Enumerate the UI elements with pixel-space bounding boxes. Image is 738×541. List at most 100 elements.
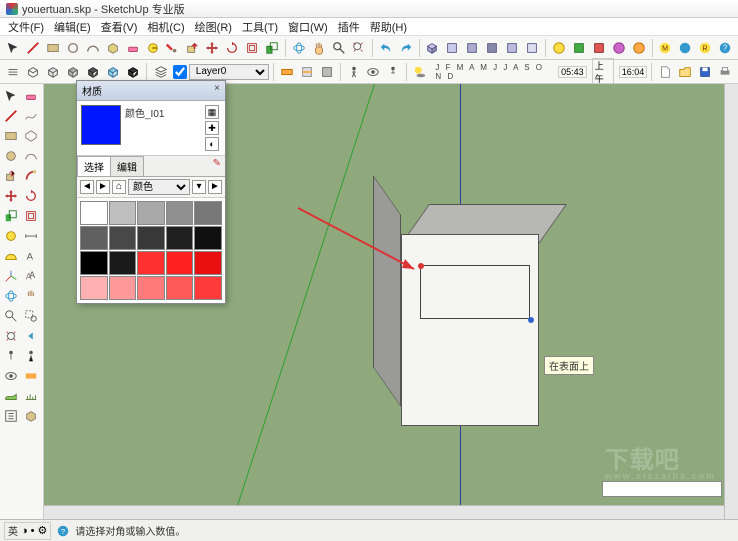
swatch-0[interactable] [80, 201, 108, 225]
swatch-2[interactable] [137, 201, 165, 225]
position-camera2-icon[interactable] [2, 347, 20, 365]
swatch-4[interactable] [194, 201, 222, 225]
circle-icon[interactable] [2, 147, 20, 165]
face-style1-icon[interactable] [24, 62, 42, 82]
tape-icon[interactable] [2, 227, 20, 245]
materials-panel[interactable]: 材质 × 颜色_I01 ▦ ✚ ◐ 选择 编辑 ✎ ◄ ► ⌂ 颜色 ▾ ► [76, 80, 226, 304]
polygon-icon[interactable] [22, 127, 40, 145]
close-icon[interactable]: × [214, 83, 220, 98]
menu-help[interactable]: 帮助(H) [370, 19, 407, 35]
menu-plugins[interactable]: 插件 [338, 19, 360, 35]
swatch-11[interactable] [109, 251, 137, 275]
swatch-18[interactable] [166, 276, 194, 300]
left-view-icon[interactable] [523, 38, 541, 58]
pushpull-tool-icon[interactable] [183, 38, 201, 58]
front-view-icon[interactable] [463, 38, 481, 58]
move-tool-icon[interactable] [203, 38, 221, 58]
plugin-globe-icon[interactable] [676, 38, 694, 58]
default-material-icon[interactable]: ▦ [205, 105, 219, 119]
nav-back-icon[interactable]: ◄ [80, 180, 94, 194]
orbit-icon[interactable] [2, 287, 20, 305]
undo-icon[interactable] [377, 38, 395, 58]
back-view-icon[interactable] [503, 38, 521, 58]
swatch-3[interactable] [166, 201, 194, 225]
swatch-19[interactable] [194, 276, 222, 300]
swatch-1[interactable] [109, 201, 137, 225]
menu-view[interactable]: 查看(V) [101, 19, 138, 35]
zoom-tool-icon[interactable] [330, 38, 348, 58]
date-value[interactable]: 05:43 [558, 66, 587, 78]
rectangle-icon[interactable] [2, 127, 20, 145]
plugin5-icon[interactable] [630, 38, 648, 58]
sandbox1-icon[interactable] [2, 387, 20, 405]
menu-window[interactable]: 窗口(W) [288, 19, 328, 35]
material-category-select[interactable]: 颜色 [128, 179, 190, 195]
ime-gear-icon[interactable]: ⚙ [38, 524, 48, 537]
nav-fwd-icon[interactable]: ► [96, 180, 110, 194]
vertical-scrollbar[interactable] [724, 84, 738, 519]
tab-select[interactable]: 选择 [77, 156, 111, 176]
component-tool-icon[interactable] [104, 38, 122, 58]
zoom-extents-icon[interactable] [350, 38, 368, 58]
top-view-icon[interactable] [443, 38, 461, 58]
freehand-icon[interactable] [22, 107, 40, 125]
swatch-16[interactable] [109, 276, 137, 300]
circle-tool-icon[interactable] [64, 38, 82, 58]
sample-material-icon[interactable]: ◐ [205, 137, 219, 151]
time-value[interactable]: 16:04 [619, 66, 648, 78]
new-file-icon[interactable] [656, 62, 674, 82]
swatch-9[interactable] [194, 226, 222, 250]
prev-view-icon[interactable] [22, 327, 40, 345]
line-tool-icon[interactable] [24, 38, 42, 58]
tape-tool-icon[interactable] [144, 38, 162, 58]
text-icon[interactable]: A [22, 247, 40, 265]
layer-visible-checkbox[interactable] [173, 65, 187, 79]
menu-draw[interactable]: 绘图(R) [195, 19, 232, 35]
pan-tool-icon[interactable] [310, 38, 328, 58]
swatch-6[interactable] [109, 226, 137, 250]
current-material-swatch[interactable] [81, 105, 121, 145]
rectangle-tool-icon[interactable] [44, 38, 62, 58]
select-tool-icon[interactable] [4, 38, 22, 58]
swatch-17[interactable] [137, 276, 165, 300]
plugin-r-icon[interactable]: R [696, 38, 714, 58]
plugin2-icon[interactable] [570, 38, 588, 58]
offset-tool-icon[interactable] [243, 38, 261, 58]
horizontal-scrollbar[interactable] [44, 505, 724, 519]
eraser-tool-icon[interactable] [124, 38, 142, 58]
shadow-toggle-icon[interactable] [411, 62, 429, 82]
look-icon[interactable] [365, 62, 383, 82]
plugin3-icon[interactable] [590, 38, 608, 58]
edge-style-icon[interactable] [4, 62, 22, 82]
section-display-icon[interactable] [298, 62, 316, 82]
box-front-face[interactable] [401, 234, 539, 426]
eyedropper-icon[interactable]: ✎ [209, 156, 225, 176]
swatch-7[interactable] [137, 226, 165, 250]
measurements-input[interactable] [602, 481, 722, 497]
swatch-12[interactable] [137, 251, 165, 275]
face-style4-icon[interactable] [84, 62, 102, 82]
zoom-icon[interactable] [2, 307, 20, 325]
menu-camera[interactable]: 相机(C) [147, 19, 184, 35]
swatch-8[interactable] [166, 226, 194, 250]
walk2-icon[interactable] [22, 347, 40, 365]
plugin4-icon[interactable] [610, 38, 628, 58]
swatch-10[interactable] [80, 251, 108, 275]
section-icon[interactable] [22, 367, 40, 385]
3dtext-icon[interactable]: AA [22, 267, 40, 285]
section-plane-icon[interactable] [278, 62, 296, 82]
save-file-icon[interactable] [696, 62, 714, 82]
look-around-icon[interactable] [2, 367, 20, 385]
swatch-13[interactable] [166, 251, 194, 275]
position-camera-icon[interactable] [384, 62, 402, 82]
face-style3-icon[interactable] [64, 62, 82, 82]
eraser-icon[interactable] [22, 87, 40, 105]
help-icon[interactable]: ? [716, 38, 734, 58]
select-icon[interactable] [2, 87, 20, 105]
line-icon[interactable] [2, 107, 20, 125]
move-icon[interactable] [2, 187, 20, 205]
zoom-extents-icon[interactable] [2, 327, 20, 345]
plugin1-icon[interactable] [550, 38, 568, 58]
create-material-icon[interactable]: ✚ [205, 121, 219, 135]
materials-titlebar[interactable]: 材质 × [77, 81, 225, 101]
